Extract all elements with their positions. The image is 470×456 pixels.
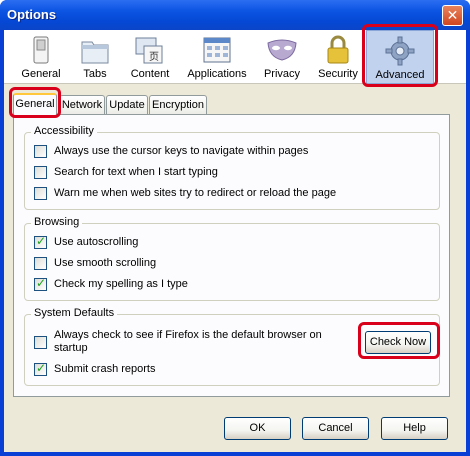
content-icon: 页 xyxy=(135,37,163,64)
dialog-body: General Tabs 页 Content Applications Priv… xyxy=(4,24,466,452)
applications-icon xyxy=(203,37,231,63)
pane-content[interactable]: 页 Content xyxy=(122,30,178,84)
checkmark-icon: ✓ xyxy=(36,276,47,290)
pane-tabs[interactable]: Tabs xyxy=(70,30,120,84)
checkbox-label-continued: startup xyxy=(54,342,88,354)
tab-label: Encryption xyxy=(152,99,204,111)
pane-security[interactable]: Security xyxy=(312,30,364,84)
close-button[interactable]: ✕ xyxy=(442,5,463,26)
checkbox-label: Always use the cursor keys to navigate w… xyxy=(54,145,309,157)
checkbox[interactable]: ✓ xyxy=(34,276,47,291)
group-browsing: Browsing ✓ Use autoscrolling Use smooth … xyxy=(24,216,440,301)
tab-update[interactable]: Update xyxy=(106,95,148,115)
checkbox-label: Use smooth scrolling xyxy=(54,257,157,269)
checkbox[interactable] xyxy=(34,336,47,349)
pane-privacy[interactable]: Privacy xyxy=(256,30,308,84)
checkbox[interactable] xyxy=(34,257,47,270)
checkbox[interactable]: ✓ xyxy=(34,234,47,249)
highlight-advanced xyxy=(362,24,438,87)
tab-network[interactable]: Network xyxy=(59,95,105,115)
ok-button[interactable]: OK xyxy=(224,417,291,440)
pane-label: Content xyxy=(130,68,170,80)
group-title: System Defaults xyxy=(31,307,118,319)
help-button[interactable]: Help xyxy=(381,417,448,440)
pane-label: Privacy xyxy=(263,68,301,80)
pane-applications[interactable]: Applications xyxy=(182,30,252,84)
tab-label: Update xyxy=(109,99,145,111)
checkmark-icon: ✓ xyxy=(36,234,47,248)
pane-label: Security xyxy=(318,68,358,80)
checkmark-icon: ✓ xyxy=(36,361,47,375)
lock-icon xyxy=(327,35,349,64)
close-icon: ✕ xyxy=(446,7,459,23)
checkbox-label: Warn me when web sites try to redirect o… xyxy=(54,187,337,199)
pane-label: Applications xyxy=(187,68,247,80)
cancel-button[interactable]: Cancel xyxy=(302,417,369,440)
checkbox-label: Use autoscrolling xyxy=(54,236,139,248)
svg-text:页: 页 xyxy=(149,51,159,63)
checkbox[interactable] xyxy=(34,187,47,200)
mask-icon xyxy=(267,39,297,61)
checkbox[interactable] xyxy=(34,166,47,179)
tab-label: Network xyxy=(61,99,103,111)
switch-icon xyxy=(33,36,49,64)
options-window: Options ✕ General Tabs 页 Content Applica… xyxy=(0,0,470,456)
pane-label: General xyxy=(21,68,61,80)
window-title: Options xyxy=(7,7,57,22)
checkbox[interactable] xyxy=(34,145,47,158)
checkbox-label: Search for text when I start typing xyxy=(54,166,218,178)
highlight-general-tab xyxy=(9,87,61,118)
checkbox-label: Submit crash reports xyxy=(54,363,156,375)
tab-encryption[interactable]: Encryption xyxy=(149,95,207,115)
group-title: Accessibility xyxy=(31,125,97,137)
pane-label: Tabs xyxy=(83,68,107,80)
checkbox-default-browser[interactable]: Always check to see if Firefox is the de… xyxy=(34,329,344,357)
checkbox-label: Always check to see if Firefox is the de… xyxy=(54,329,322,341)
checkbox-label: Check my spelling as I type xyxy=(54,278,188,290)
pane-general[interactable]: General xyxy=(12,30,70,84)
group-accessibility: Accessibility Always use the cursor keys… xyxy=(24,125,440,210)
checkbox[interactable]: ✓ xyxy=(34,361,47,376)
group-title: Browsing xyxy=(31,216,83,228)
tabs-icon xyxy=(81,41,109,64)
highlight-check-now xyxy=(358,322,440,359)
